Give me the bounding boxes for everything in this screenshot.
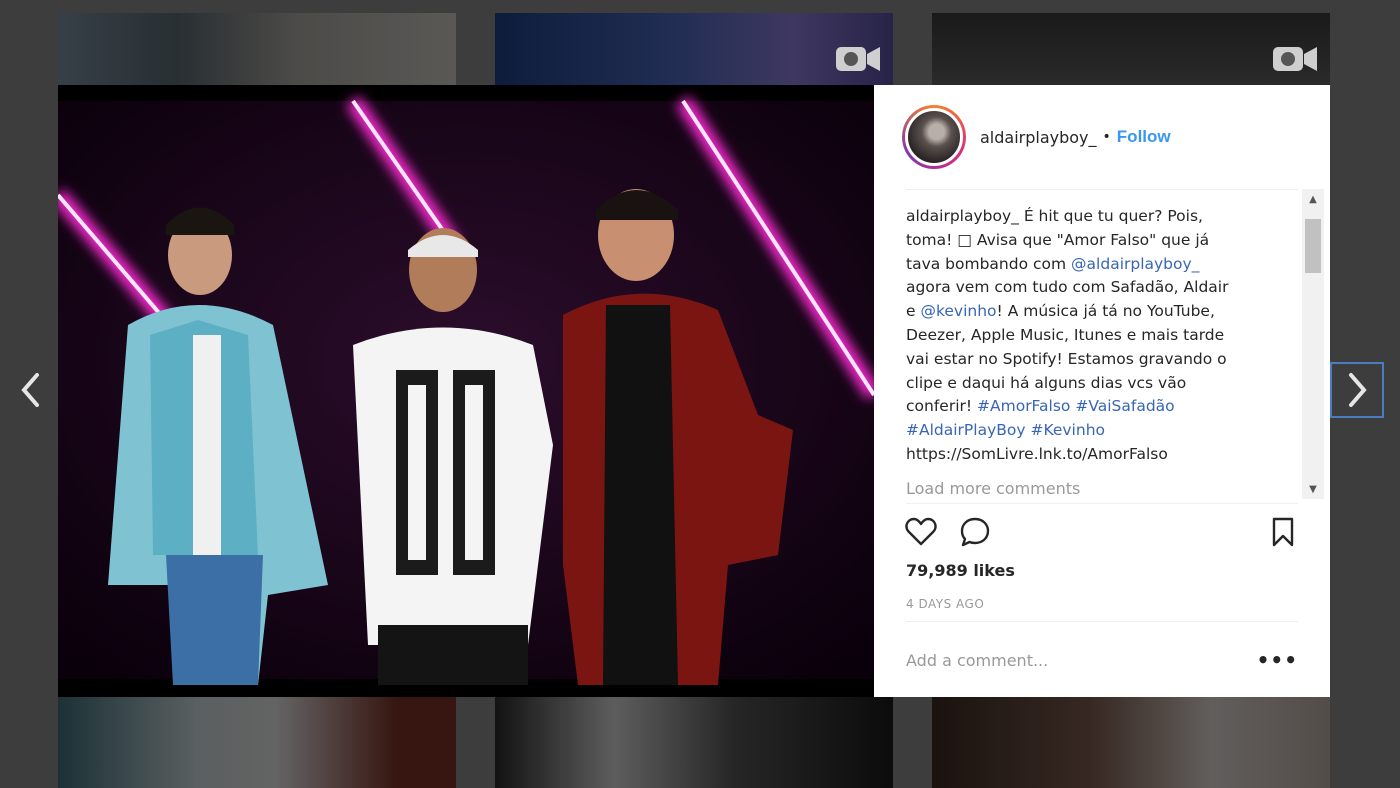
comment-input[interactable] <box>906 650 1246 670</box>
post-image <box>58 85 874 697</box>
avatar-image <box>905 108 963 166</box>
hashtag-link[interactable]: #AldairPlayBoy <box>906 421 1026 439</box>
author-username[interactable]: aldairplayboy_ <box>980 128 1097 147</box>
add-comment-row: ••• <box>906 645 1298 675</box>
tile-dim-overlay <box>932 697 1330 788</box>
grid-tile-bottom-right[interactable] <box>932 697 1330 788</box>
hashtag-link[interactable]: #Kevinho <box>1030 421 1105 439</box>
comment-divider <box>906 621 1298 622</box>
mention-link[interactable]: @kevinho <box>920 302 996 320</box>
video-icon <box>836 47 880 71</box>
hashtag-link[interactable]: #VaiSafadão <box>1075 397 1174 415</box>
tile-dim-overlay <box>58 13 456 85</box>
scroll-down-arrow-icon[interactable]: ▼ <box>1302 479 1324 499</box>
load-more-comments-button[interactable]: Load more comments <box>906 479 1080 498</box>
tile-dim-overlay <box>58 697 456 788</box>
bookmark-icon[interactable] <box>1266 515 1300 549</box>
grid-tile-bottom-left[interactable] <box>58 697 456 788</box>
caption-url[interactable]: https://SomLivre.lnk.to/AmorFalso <box>906 445 1168 463</box>
grid-tile-top-left[interactable] <box>58 13 456 85</box>
caption-text: vai estar no Spotify! Estamos gravando o <box>906 349 1227 368</box>
caption-text: Deezer, Apple Music, Itunes e mais tarde <box>906 325 1225 344</box>
post-header: aldairplayboy_ • Follow <box>874 85 1330 189</box>
mention-link[interactable]: @aldairplayboy_ <box>1071 255 1199 273</box>
video-icon <box>1273 47 1317 71</box>
caption-text: tava bombando com <box>906 254 1072 273</box>
comment-icon[interactable] <box>958 515 992 549</box>
tile-dim-overlay <box>495 697 893 788</box>
grid-tile-top-middle[interactable] <box>495 13 893 85</box>
heart-icon[interactable] <box>904 515 938 549</box>
caption-username[interactable]: aldairplayboy_ <box>906 207 1019 225</box>
follow-button[interactable]: Follow <box>1117 127 1171 147</box>
hashtag-link[interactable]: #AmorFalso <box>977 397 1070 415</box>
likes-count[interactable]: 79,989 likes <box>906 561 1015 580</box>
previous-post-button[interactable] <box>4 362 58 418</box>
scroll-up-arrow-icon[interactable]: ▲ <box>1302 189 1324 209</box>
caption-scrollbar[interactable]: ▲ ▼ <box>1302 189 1324 499</box>
post-photo[interactable] <box>58 85 874 697</box>
chevron-right-icon <box>1349 373 1367 407</box>
avatar[interactable] <box>902 105 966 169</box>
chevron-left-icon <box>21 373 39 407</box>
caption-scroll-area[interactable]: aldairplayboy_ É hit que tu quer? Pois, … <box>906 205 1298 503</box>
caption-text: toma! □ Avisa que "Amor Falso" que já <box>906 230 1210 249</box>
post-timestamp[interactable]: 4 DAYS AGO <box>906 597 984 611</box>
action-bar <box>904 515 1300 551</box>
caption-text: ! A música já tá no YouTube, <box>996 302 1215 321</box>
header-divider <box>906 189 1298 190</box>
separator-dot: • <box>1102 129 1111 145</box>
scrollbar-thumb[interactable] <box>1305 219 1321 273</box>
actions-divider <box>906 503 1298 504</box>
grid-tile-bottom-middle[interactable] <box>495 697 893 788</box>
caption-text: agora vem com tudo com Safadão, Aldair <box>906 278 1229 297</box>
caption-text: e <box>906 302 921 321</box>
tile-dim-overlay <box>932 13 1330 85</box>
next-post-button[interactable] <box>1330 362 1384 418</box>
post-details-panel: aldairplayboy_ • Follow aldairplayboy_ É… <box>874 85 1330 697</box>
tile-dim-overlay <box>495 13 893 85</box>
more-options-icon[interactable]: ••• <box>1257 648 1298 672</box>
caption-text: É hit que tu quer? Pois, <box>1023 207 1203 225</box>
caption-text: conferir! <box>906 397 978 416</box>
post-caption: aldairplayboy_ É hit que tu quer? Pois, … <box>906 205 1298 467</box>
grid-tile-top-right[interactable] <box>932 13 1330 85</box>
caption-text: clipe e daqui há alguns dias vcs vão <box>906 373 1187 392</box>
